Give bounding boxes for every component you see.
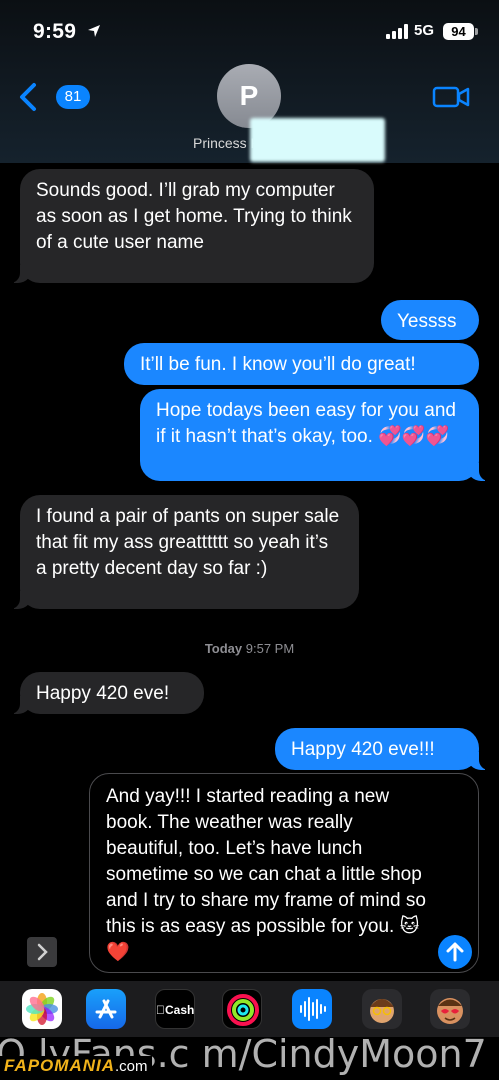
photos-flower-glyph — [26, 993, 58, 1025]
message-text: Happy 420 eve! — [36, 683, 170, 704]
compose-text: And yay!!! I started reading a new book.… — [106, 786, 426, 963]
message-received[interactable]: Happy 420 eve! — [10, 672, 204, 714]
message-timestamp: Today 9:57 PM — [0, 641, 499, 656]
imessage-app-drawer: Cash — [0, 981, 499, 1037]
expand-apps-button[interactable] — [27, 937, 57, 967]
network-type: 5G — [414, 22, 435, 39]
arrow-up-icon — [446, 942, 464, 962]
message-received[interactable]: Sounds good. I’ll grab my computer as so… — [10, 169, 374, 283]
message-sent[interactable]: It’ll be fun. I know you’ll do great! — [124, 343, 479, 385]
chevron-left-icon — [20, 83, 36, 111]
message-text: Happy 420 eve!!! — [291, 739, 435, 760]
message-received[interactable]: I found a pair of pants on super sale th… — [10, 495, 359, 609]
message-sent[interactable]: Happy 420 eve!!! — [275, 728, 489, 770]
status-bar: 9:59 5G 94 — [0, 0, 499, 62]
location-arrow-icon — [88, 25, 100, 37]
memoji-sticker-glyph — [437, 998, 463, 1024]
back-button[interactable]: 81 — [18, 80, 90, 114]
app-store-glyph — [95, 999, 117, 1019]
message-text: I found a pair of pants on super sale th… — [36, 506, 340, 579]
audio-message-icon[interactable] — [292, 989, 332, 1029]
watermark-brand-tld: .com — [115, 1058, 148, 1075]
memoji-face-glyph — [370, 999, 394, 1023]
message-text: It’ll be fun. I know you’ll do great! — [140, 354, 416, 375]
activity-icon[interactable] — [222, 989, 262, 1029]
apple-cash-label: Cash — [156, 1003, 194, 1017]
avatar-initial: P — [239, 80, 259, 111]
message-text: Yessss — [397, 311, 457, 332]
message-text: Sounds good. I’ll grab my computer as so… — [36, 180, 352, 253]
photos-icon[interactable] — [22, 989, 62, 1029]
message-input[interactable]: And yay!!! I started reading a new book.… — [89, 773, 479, 973]
timestamp-time: 9:57 PM — [245, 641, 295, 656]
chevron-right-icon — [37, 943, 48, 961]
send-button[interactable] — [438, 935, 472, 969]
battery-level: 94 — [451, 24, 466, 39]
apple-cash-icon[interactable]: Cash — [155, 989, 195, 1029]
watermark: O lyFans.c m/CindyMoon7 FAPOMANIA.com — [0, 1030, 499, 1080]
app-store-icon[interactable] — [86, 989, 126, 1029]
timestamp-day: Today — [204, 641, 243, 656]
memoji-icon[interactable] — [362, 989, 402, 1029]
battery-tip — [475, 28, 478, 35]
signal-bars-icon — [386, 24, 408, 39]
message-text: Hope todays been easy for you and if it … — [156, 400, 456, 447]
redaction-overlay — [250, 118, 385, 162]
waveform-glyph — [300, 997, 326, 1021]
message-sent[interactable]: Hope todays been easy for you and if it … — [140, 389, 489, 481]
video-call-icon[interactable] — [432, 84, 470, 110]
battery-icon: 94 — [443, 23, 474, 40]
status-time: 9:59 — [33, 20, 77, 43]
activity-rings-glyph — [227, 994, 259, 1026]
message-sent[interactable]: Yessss — [381, 300, 479, 340]
watermark-brand: FAPOMANIA.com — [0, 1056, 152, 1080]
memoji-stickers-icon[interactable] — [430, 989, 470, 1029]
watermark-brand-name: FAPOMANIA — [4, 1056, 115, 1075]
unread-count-badge: 81 — [56, 85, 90, 109]
